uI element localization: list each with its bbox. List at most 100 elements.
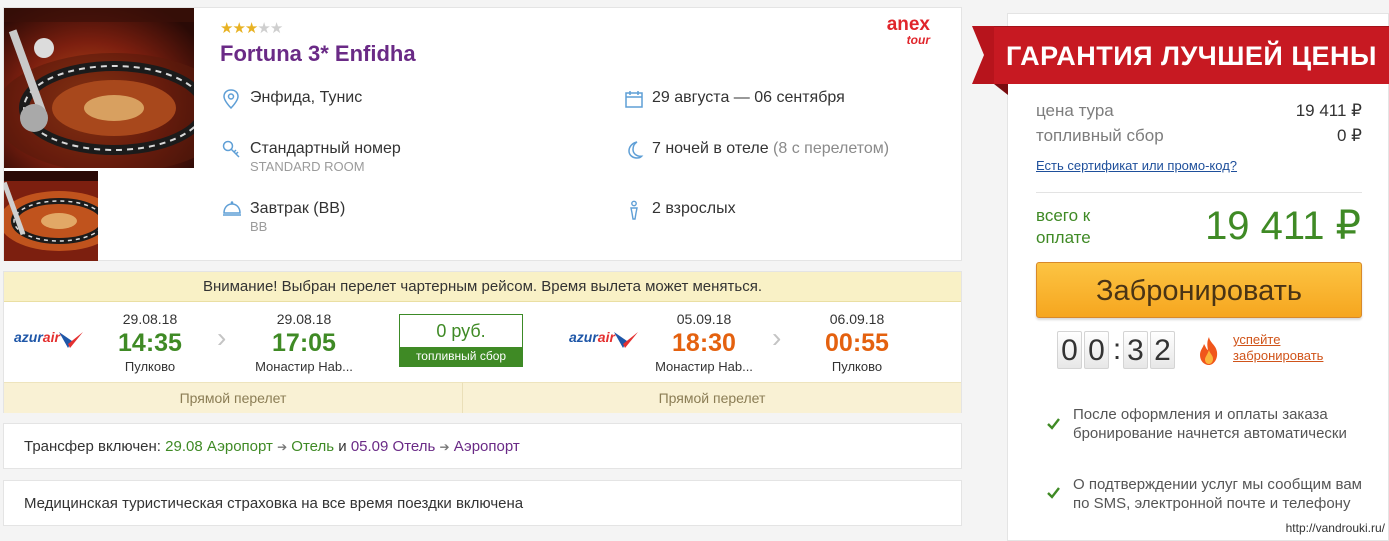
departure-point: 05.09.18 18:30 Монастир Hab... (644, 310, 764, 376)
check-icon (1047, 418, 1060, 430)
outbound-flight-type: Прямой перелет (4, 382, 463, 413)
airline-logo-text-a: azur (14, 329, 43, 345)
promo-code-link[interactable]: Есть сертификат или промо-код? (1036, 158, 1237, 173)
fuel-price-value: 0 ₽ (1337, 126, 1362, 145)
transfer-return-to: Аэропорт (453, 438, 520, 455)
operator-logo-sub: tour (906, 33, 930, 47)
meal-icon (222, 199, 250, 235)
hotel-name[interactable]: Fortuna 3* Enfidha (220, 41, 416, 67)
arrival-point: 29.08.18 17:05 Монастир Hab... (244, 310, 364, 376)
charter-warning: Внимание! Выбран перелет чартерным рейсо… (4, 272, 961, 302)
departure-date: 05.09.18 (676, 311, 732, 327)
hotel-room: Стандартный номер STANDARD ROOM (222, 139, 401, 175)
star-icon: ★ (232, 20, 245, 37)
hotel-dates: 29 августа — 06 сентября (624, 88, 845, 114)
arrow-right-icon: ➔ (277, 440, 288, 454)
chevron-right-icon: › (772, 322, 782, 353)
arrow-right-icon: ➔ (439, 440, 450, 454)
arrival-airport: Пулково (831, 359, 883, 374)
arrival-time: 17:05 (272, 329, 336, 357)
transfer-row: Трансфер включен: 29.08 Аэропорт ➔ Отель… (3, 423, 962, 469)
best-price-banner-text: ГАРАНТИЯ ЛУЧШЕЙ ЦЕНЫ (1006, 41, 1377, 71)
departure-airport: Пулково (124, 359, 176, 374)
moon-icon (624, 139, 652, 165)
book-button[interactable]: Забронировать (1036, 262, 1362, 318)
fuel-surcharge-label: топливный сбор (400, 347, 522, 366)
location-text: Энфида, Тунис (250, 89, 363, 106)
hotel-photo-main[interactable] (4, 8, 194, 168)
room-type: Стандартный номер (250, 140, 401, 157)
divider (1036, 192, 1362, 193)
arrival-time: 00:55 (825, 329, 889, 357)
departure-time: 18:30 (672, 329, 736, 357)
hotel-photo-thumb[interactable] (4, 171, 98, 261)
departure-point: 29.08.18 14:35 Пулково (90, 310, 210, 376)
transfer-out-from: Аэропорт (206, 438, 273, 455)
check-icon (1047, 487, 1060, 499)
meal-type: Завтрак (BB) (250, 200, 346, 217)
timer-digit: 3 (1123, 331, 1148, 369)
airline-logo-text-a: azur (569, 329, 598, 345)
arrival-point: 06.09.18 00:55 Пулково (797, 310, 917, 376)
tour-price-row: цена тура 19 411 ₽ (1036, 100, 1362, 122)
key-icon (222, 139, 250, 175)
transfer-return-from: Отель (392, 438, 436, 455)
return-flight-type: Прямой перелет (463, 382, 961, 413)
info-note: О подтверждении услуг мы сообщим вам по … (1073, 476, 1362, 512)
transfer-label: Трансфер включен: (24, 438, 161, 455)
airline-logo: azurair (569, 327, 639, 351)
hotel-nights: 7 ночей в отеле (8 с перелетом) (624, 139, 889, 165)
guests-text: 2 взрослых (652, 200, 736, 217)
star-empty-icon: ★ (257, 20, 270, 37)
flight-card: Внимание! Выбран перелет чартерным рейсо… (3, 271, 962, 413)
hotel-guests: 2 взрослых (624, 199, 736, 225)
total-label: всего к оплате (1036, 206, 1091, 247)
star-icon: ★ (244, 20, 258, 37)
departure-airport: Монастир Hab... (655, 359, 753, 374)
operator-logo: anex tour (878, 15, 930, 49)
nights-text: 7 ночей в отеле (652, 140, 769, 157)
nights-note: (8 с перелетом) (773, 140, 890, 157)
hotel-meal: Завтрак (BB) BB (222, 199, 345, 235)
airline-mark-icon (59, 332, 83, 348)
timer-digit: 0 (1057, 331, 1082, 369)
operator-logo-brand: anex (886, 14, 930, 35)
flight-outbound[interactable]: azurair 29.08.18 14:35 Пулково › 29.08.1… (4, 302, 464, 381)
flight-return[interactable]: azurair 05.09.18 18:30 Монастир Hab... ›… (559, 302, 959, 381)
star-empty-icon: ★ (269, 20, 283, 37)
transfer-and: и (338, 438, 347, 455)
arrival-airport: Монастир Hab... (255, 359, 353, 374)
fuel-surcharge-value: 0 руб. (436, 321, 486, 341)
arrival-date: 29.08.18 (276, 311, 332, 327)
transfer-out-to: Отель (291, 438, 335, 455)
room-type-sub: STANDARD ROOM (250, 159, 365, 174)
insurance-row: Медицинская туристическая страховка на в… (3, 480, 962, 526)
fuel-price-label: топливный сбор (1036, 126, 1164, 145)
info-note: После оформления и оплаты заказа брониро… (1073, 406, 1347, 442)
tour-price-label: цена тура (1036, 101, 1114, 120)
fire-icon (1200, 337, 1218, 365)
fuel-price-row: топливный сбор 0 ₽ (1036, 125, 1362, 147)
timer-digit: 2 (1150, 331, 1175, 369)
hotel-stars: ★★★★★ (220, 19, 283, 37)
departure-date: 29.08.18 (122, 311, 178, 327)
transfer-return-date: 05.09 (350, 438, 389, 455)
person-icon (624, 199, 652, 225)
calendar-icon (624, 88, 652, 114)
countdown-timer: 0 0 : 3 2 (1057, 330, 1177, 370)
hurry-link[interactable]: успейте забронировать (1233, 332, 1353, 364)
tour-price-value: 19 411 ₽ (1295, 101, 1362, 120)
star-icon: ★ (220, 20, 233, 37)
airline-mark-icon (614, 332, 638, 348)
chevron-right-icon: › (217, 322, 227, 353)
airline-logo: azurair (14, 327, 84, 351)
transfer-out-date: 29.08 (165, 438, 203, 455)
hotel-location: Энфида, Тунис (222, 88, 362, 114)
hotel-card: ★★★★★ Fortuna 3* Enfidha anex tour Энфид… (3, 7, 962, 261)
departure-time: 14:35 (118, 329, 182, 357)
watermark: http://vandrouki.ru/ (1285, 521, 1385, 535)
arrival-date: 06.09.18 (829, 311, 885, 327)
meal-type-sub: BB (250, 219, 268, 234)
dates-text: 29 августа — 06 сентября (652, 89, 845, 106)
timer-digit: 0 (1084, 331, 1109, 369)
